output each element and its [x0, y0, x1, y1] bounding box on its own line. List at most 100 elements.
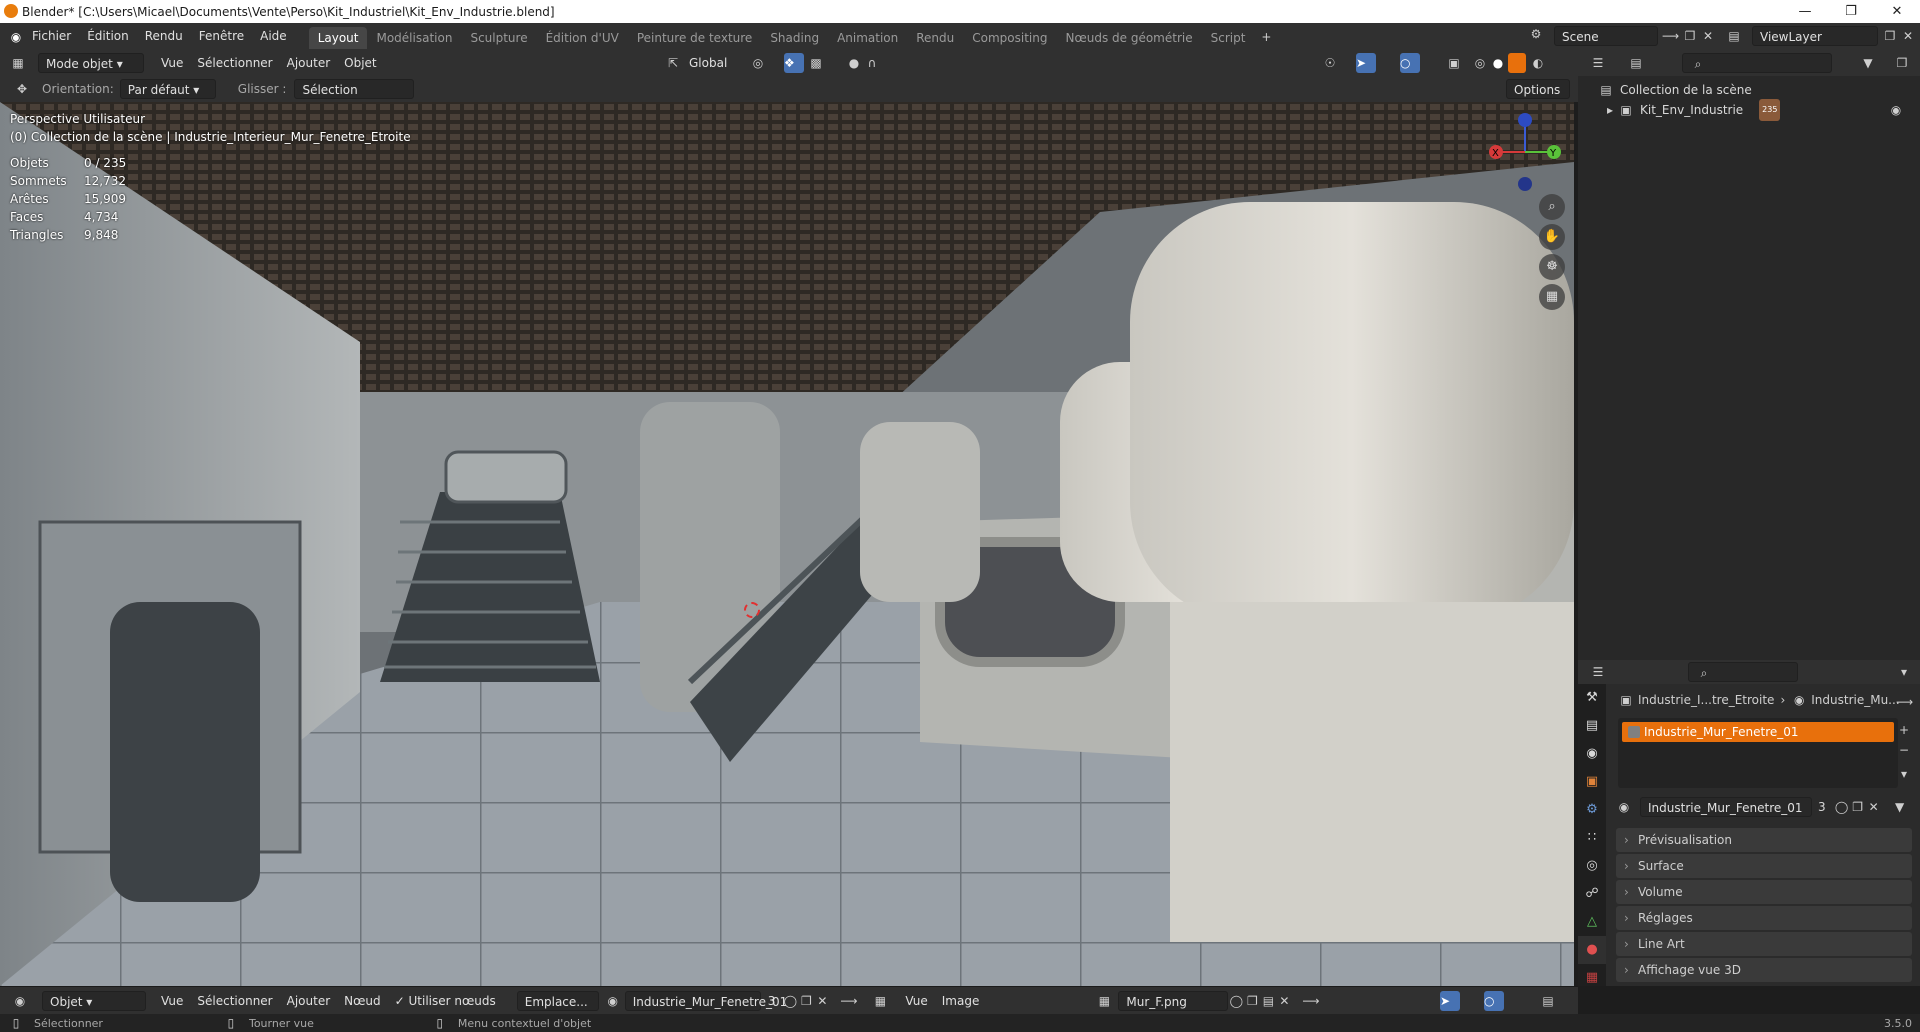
- scene-selector[interactable]: Scene: [1554, 26, 1658, 46]
- view-layer-selector[interactable]: ViewLayer: [1752, 26, 1878, 46]
- tab-scripting[interactable]: Script: [1202, 27, 1255, 49]
- tab-scene-icon[interactable]: ◉: [1578, 740, 1606, 768]
- filter-icon[interactable]: ▼: [1860, 55, 1876, 71]
- node-menu-add[interactable]: Ajouter: [280, 991, 338, 1011]
- tab-data-icon[interactable]: △: [1578, 908, 1606, 936]
- tab-rendering[interactable]: Rendu: [907, 27, 963, 49]
- transform-orientation-selector[interactable]: Global ▾: [682, 53, 744, 90]
- proportional-edit-icon[interactable]: ●: [846, 55, 862, 71]
- mode-selector[interactable]: Mode objet ▾: [38, 53, 144, 73]
- new-collection-icon[interactable]: ❐: [1894, 55, 1910, 71]
- node-duplicate-icon[interactable]: ❐: [798, 993, 814, 1009]
- image-new-icon[interactable]: ▤: [1260, 993, 1276, 1009]
- image-unlink-icon[interactable]: ✕: [1276, 993, 1292, 1009]
- tab-uv-editing[interactable]: Édition d'UV: [537, 27, 628, 49]
- editor-type-icon[interactable]: ▦: [10, 55, 26, 71]
- gizmo-z-axis[interactable]: [1518, 113, 1532, 127]
- display-mode-icon[interactable]: ▤: [1628, 55, 1644, 71]
- new-view-layer-icon[interactable]: ❐: [1882, 28, 1898, 44]
- solid-shading-icon[interactable]: ●: [1490, 55, 1506, 71]
- panel-settings[interactable]: › Réglages: [1616, 906, 1912, 930]
- tab-particles-icon[interactable]: ∷: [1578, 824, 1606, 852]
- menu-edit[interactable]: Édition: [79, 23, 137, 50]
- outliner-item[interactable]: ▸ ▣ Kit_Env_Industrie 235 ◉: [1602, 99, 1914, 121]
- unlink-material-icon[interactable]: ✕: [1866, 799, 1882, 815]
- material-users-count[interactable]: 3: [1818, 800, 1826, 814]
- use-nodes-checkbox[interactable]: ✓ Utiliser nœuds: [388, 991, 503, 1011]
- tab-texture-icon[interactable]: ▦: [1578, 964, 1606, 992]
- tab-compositing[interactable]: Compositing: [963, 27, 1056, 49]
- rendered-shading-icon[interactable]: ◐: [1530, 55, 1546, 71]
- add-slot-icon[interactable]: +: [1896, 722, 1912, 738]
- pivot-point-icon[interactable]: ◎: [750, 55, 766, 71]
- panel-preview[interactable]: › Prévisualisation: [1616, 828, 1912, 852]
- tab-object-icon[interactable]: ▣: [1578, 768, 1606, 796]
- tab-modifiers-icon[interactable]: ⚙: [1578, 796, 1606, 824]
- menu-file[interactable]: Fichier: [24, 23, 79, 50]
- camera-view-icon[interactable]: ☸: [1539, 254, 1565, 280]
- node-unlink-icon[interactable]: ✕: [814, 993, 830, 1009]
- tab-texture-paint[interactable]: Peinture de texture: [628, 27, 761, 49]
- tab-material-icon[interactable]: ●: [1578, 936, 1606, 964]
- material-slot-list[interactable]: Industrie_Mur_Fenetre_01: [1618, 718, 1898, 788]
- gizmo-toggle-icon[interactable]: ➤: [1356, 53, 1376, 73]
- menu-render[interactable]: Rendu: [137, 23, 191, 50]
- blender-menu-icon[interactable]: ◉: [8, 29, 24, 45]
- menu-help[interactable]: Aide: [252, 23, 295, 50]
- overlay-toggle-icon[interactable]: ○: [1400, 53, 1420, 73]
- image-menu-view[interactable]: Vue: [898, 991, 934, 1011]
- image-browse-icon[interactable]: ▦: [1096, 993, 1112, 1009]
- maximize-button[interactable]: ❐: [1828, 0, 1874, 23]
- pin-icon[interactable]: ⟶: [1896, 694, 1913, 710]
- gizmo-neg-z-axis[interactable]: [1518, 177, 1532, 191]
- image-editor-icon[interactable]: ▦: [872, 993, 888, 1009]
- slot-menu-icon[interactable]: ▾: [1896, 766, 1912, 782]
- proportional-falloff-icon[interactable]: ∩: [864, 55, 880, 71]
- material-slot-item[interactable]: Industrie_Mur_Fenetre_01: [1622, 722, 1894, 742]
- node-filter-icon[interactable]: ▼: [1892, 799, 1908, 815]
- tab-sculpting[interactable]: Sculpture: [461, 27, 536, 49]
- tab-modeling[interactable]: Modélisation: [367, 27, 461, 49]
- outliner-search-input[interactable]: ⌕: [1682, 53, 1832, 73]
- node-material-field[interactable]: Industrie_Mur_Fenetre_01: [624, 990, 787, 1011]
- tab-layout[interactable]: Layout: [308, 26, 368, 49]
- 3d-viewport[interactable]: Perspective Utilisateur (0) Collection d…: [0, 102, 1574, 986]
- slot-selector[interactable]: Emplace... ▾: [516, 990, 599, 1029]
- delete-view-layer-icon[interactable]: ✕: [1900, 28, 1916, 44]
- perspective-toggle-icon[interactable]: ▦: [1539, 284, 1565, 310]
- node-material-browse-icon[interactable]: ◉: [605, 993, 621, 1009]
- fake-user-icon[interactable]: ◯: [1834, 799, 1850, 815]
- image-pin-icon[interactable]: ⟶: [1302, 993, 1319, 1009]
- material-preview-shading-icon[interactable]: [1508, 53, 1526, 73]
- xray-toggle-icon[interactable]: ▣: [1446, 55, 1462, 71]
- visibility-eye-icon[interactable]: ◉: [1888, 102, 1904, 118]
- panel-volume[interactable]: › Volume: [1616, 880, 1912, 904]
- close-window-button[interactable]: ✕: [1874, 0, 1920, 23]
- browse-material-icon[interactable]: ◉: [1616, 799, 1632, 815]
- node-object-selector[interactable]: Objet ▾: [42, 990, 146, 1011]
- snap-target-icon[interactable]: ▩: [808, 55, 824, 71]
- tab-geometry-nodes[interactable]: Nœuds de géométrie: [1056, 27, 1201, 49]
- expand-arrow-icon[interactable]: ▸: [1602, 102, 1618, 118]
- visibility-icon[interactable]: ☉: [1322, 55, 1338, 71]
- menu-select[interactable]: Sélectionner: [190, 53, 279, 73]
- node-material-users[interactable]: 3: [761, 991, 783, 1011]
- node-editor-type-icon[interactable]: ◉: [12, 993, 28, 1009]
- properties-options-icon[interactable]: ▾: [1896, 664, 1912, 680]
- tab-render-icon[interactable]: ▤: [1578, 712, 1606, 740]
- properties-editor-type-icon[interactable]: ☰: [1590, 664, 1606, 680]
- node-overlay-toggle-icon[interactable]: ○: [1484, 991, 1504, 1011]
- node-menu-node[interactable]: Nœud: [337, 991, 387, 1011]
- panel-surface[interactable]: › Surface: [1616, 854, 1912, 878]
- add-workspace-icon[interactable]: +: [1258, 29, 1274, 45]
- panel-viewport-display[interactable]: › Affichage vue 3D: [1616, 958, 1912, 982]
- menu-object[interactable]: Objet: [337, 53, 383, 73]
- node-display-icon[interactable]: ▤: [1540, 993, 1556, 1009]
- pan-view-icon[interactable]: ✋: [1539, 224, 1565, 250]
- navigation-gizmo[interactable]: X Y: [1480, 102, 1570, 202]
- drag-selector[interactable]: Sélection rectang... ▾: [294, 79, 415, 117]
- tab-physics-icon[interactable]: ◎: [1578, 852, 1606, 880]
- image-fake-user-icon[interactable]: ◯: [1228, 993, 1244, 1009]
- minimize-button[interactable]: —: [1782, 0, 1828, 23]
- delete-scene-icon[interactable]: ✕: [1700, 28, 1716, 44]
